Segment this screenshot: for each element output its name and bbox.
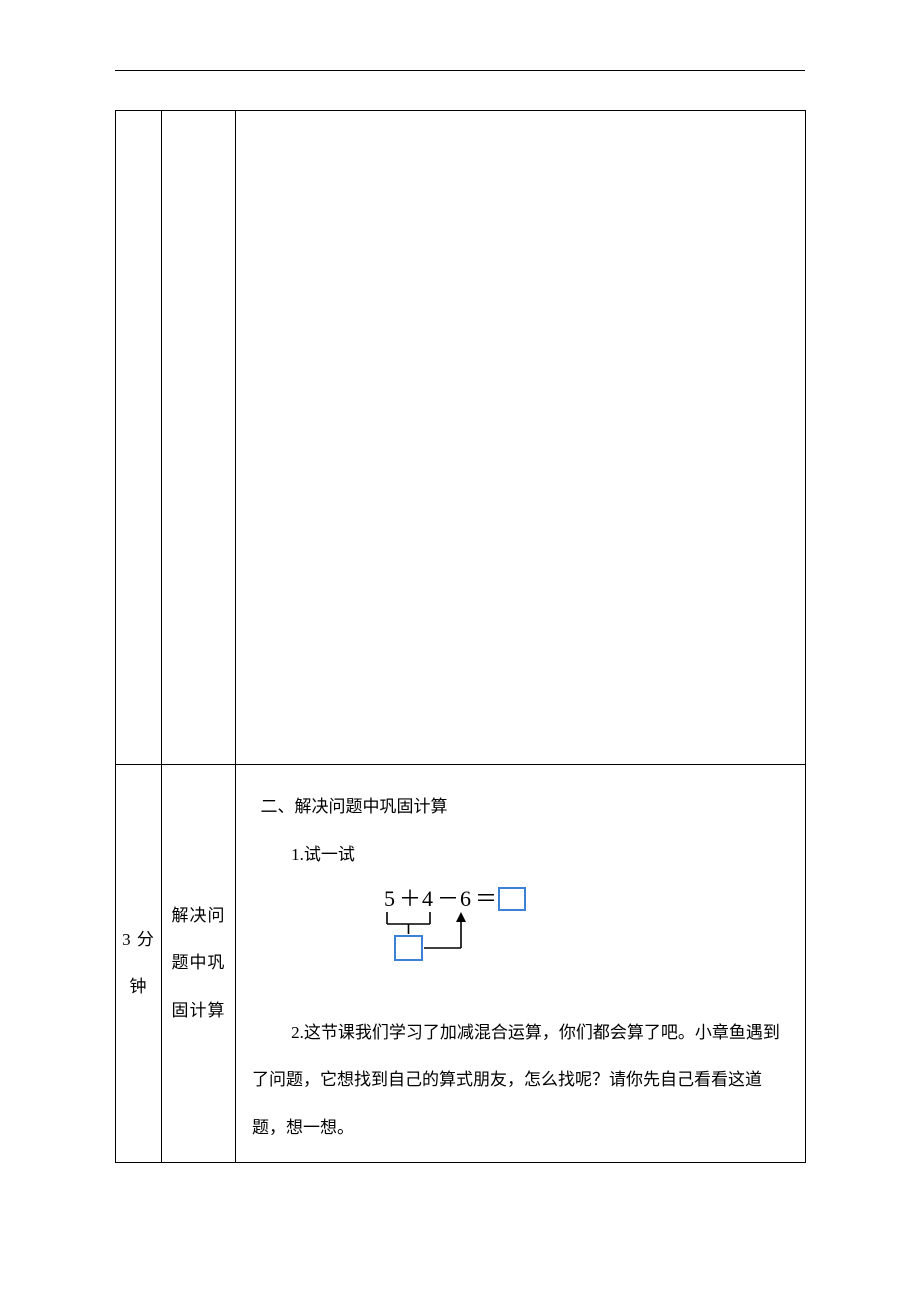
expr-minus: － xyxy=(437,886,459,911)
table-row: 3 分钟 解决问题中巩固计算 二、解决问题中巩固计算 1.试一试 5 ＋ 4 xyxy=(116,765,806,1163)
cell-content-2: 二、解决问题中巩固计算 1.试一试 5 ＋ 4 － 6 ＝ xyxy=(236,765,806,1163)
cell-time-1 xyxy=(116,111,162,765)
result-box-icon xyxy=(499,888,525,910)
equation-svg: 5 ＋ 4 － 6 ＝ xyxy=(331,884,571,976)
cell-content-1 xyxy=(236,111,806,765)
section-label: 解决问题中巩固计算 xyxy=(162,892,235,1035)
table-row xyxy=(116,111,806,765)
arrowhead-icon xyxy=(456,912,466,922)
expr-c: 6 xyxy=(460,886,471,911)
content-body: 二、解决问题中巩固计算 1.试一试 5 ＋ 4 － 6 ＝ xyxy=(236,765,805,1162)
cell-section-2: 解决问题中巩固计算 xyxy=(162,765,236,1163)
item-2: 2.这节课我们学习了加减混合运算，你们都会算了吧。小章鱼遇到了问题，它想找到自己… xyxy=(252,1009,789,1152)
header-rule xyxy=(115,70,805,71)
expr-plus: ＋ xyxy=(399,886,421,911)
section-heading: 二、解决问题中巩固计算 xyxy=(252,783,789,831)
document-page: 3 分钟 解决问题中巩固计算 二、解决问题中巩固计算 1.试一试 5 ＋ 4 xyxy=(0,0,920,1302)
expr-eq: ＝ xyxy=(475,886,497,911)
cell-section-1 xyxy=(162,111,236,765)
lesson-table: 3 分钟 解决问题中巩固计算 二、解决问题中巩固计算 1.试一试 5 ＋ 4 xyxy=(115,110,806,1163)
expr-b: 4 xyxy=(422,886,433,911)
item-1: 1.试一试 xyxy=(252,831,789,879)
expr-a: 5 xyxy=(384,886,395,911)
intermediate-box-icon xyxy=(395,936,422,960)
